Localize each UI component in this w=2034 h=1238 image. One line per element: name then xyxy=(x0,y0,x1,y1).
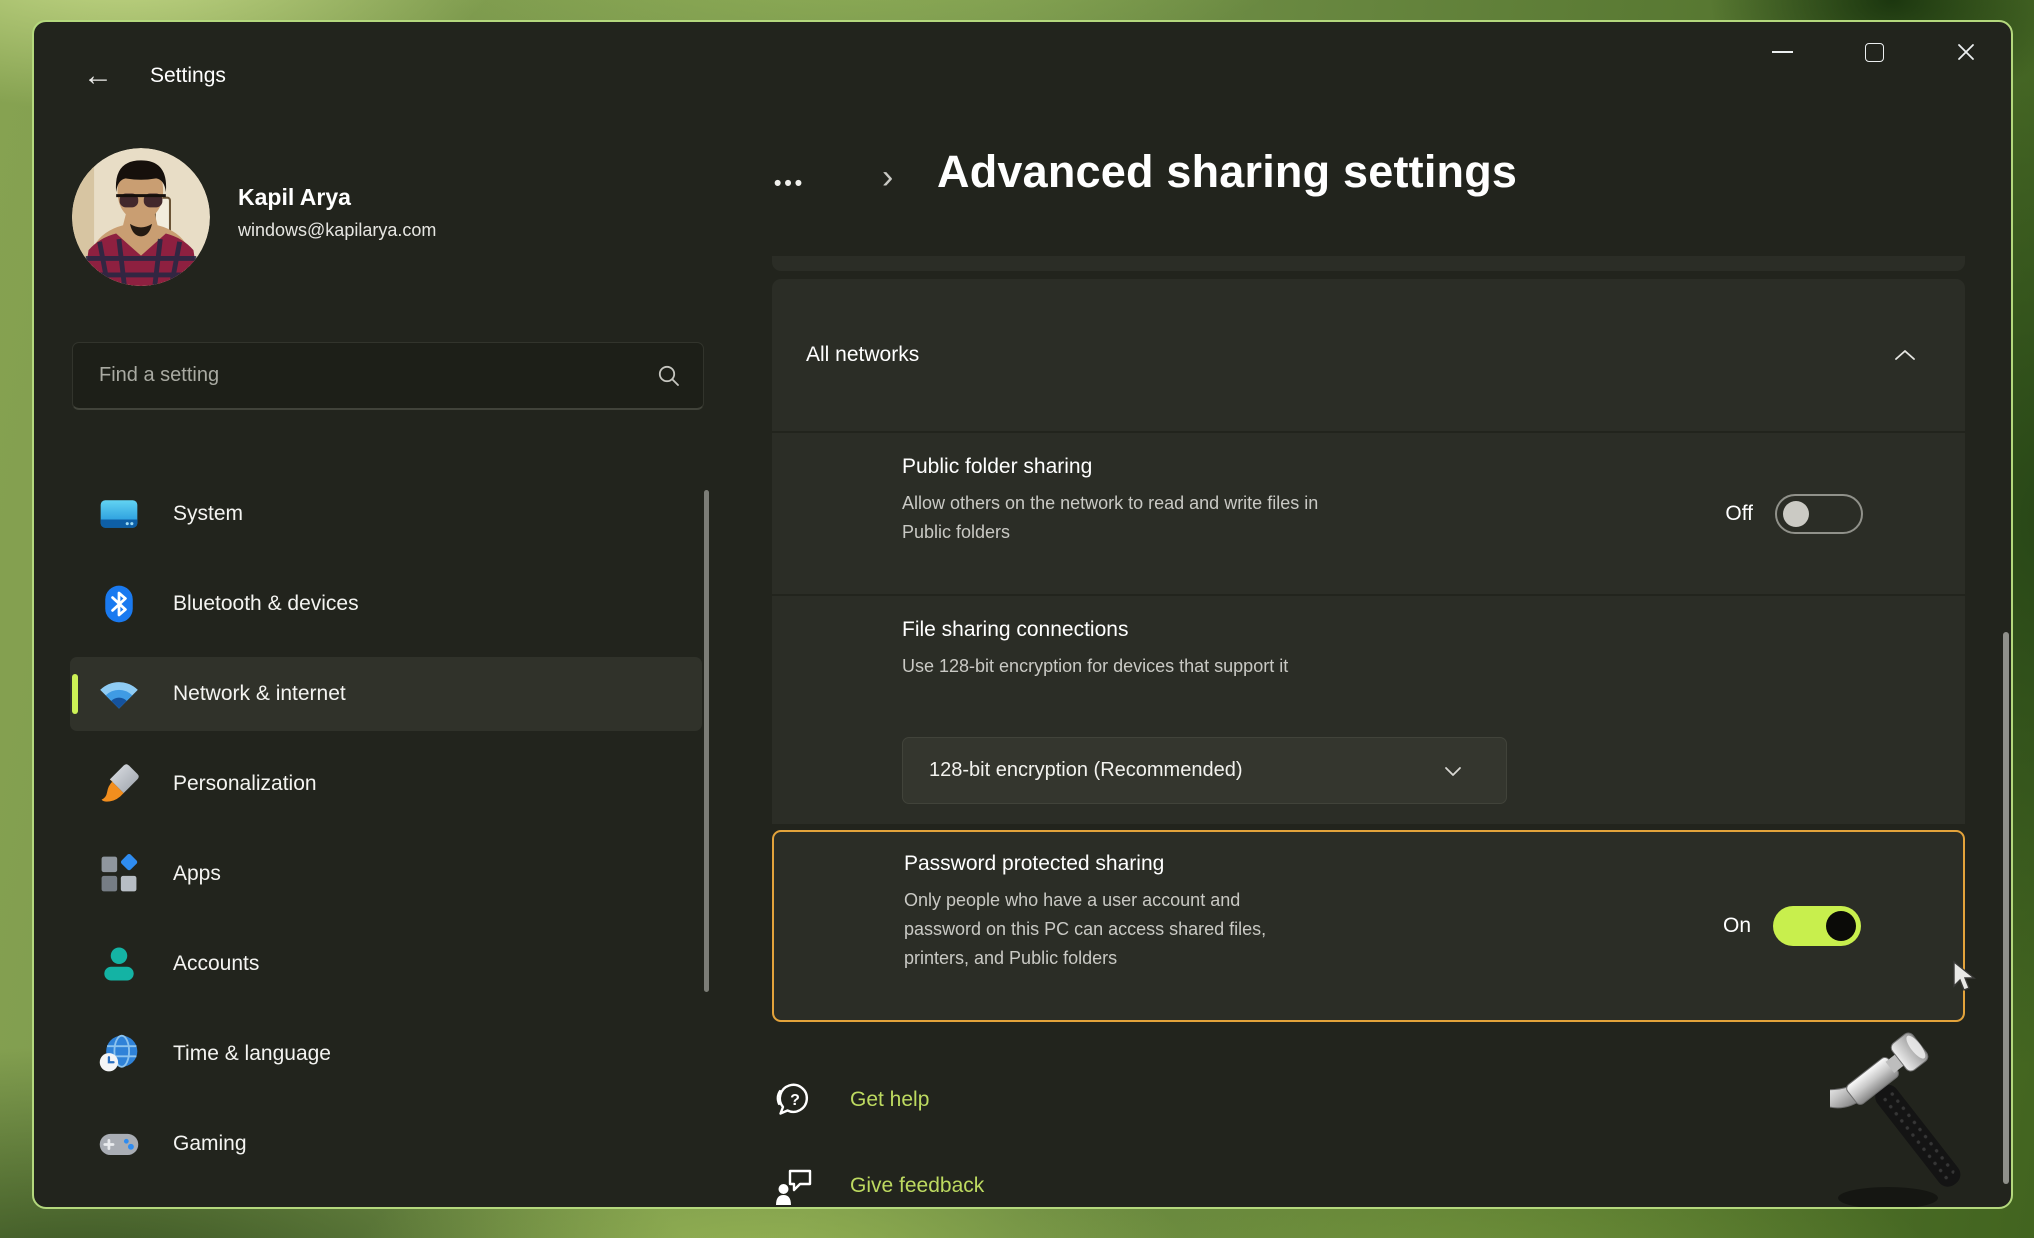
sidebar-scrollbar[interactable] xyxy=(704,490,709,992)
password-protected-sharing-row: Password protected sharing Only people w… xyxy=(772,830,1965,1022)
minimize-button[interactable] xyxy=(1750,28,1814,76)
dropdown-value: 128-bit encryption (Recommended) xyxy=(929,759,1243,782)
profile-email: windows@kapilarya.com xyxy=(238,220,436,241)
avatar-photo xyxy=(72,148,210,286)
help-bubble-icon: ? xyxy=(774,1079,814,1121)
close-icon xyxy=(1956,42,1976,62)
previous-card-partial xyxy=(772,256,1965,271)
setting-description: Only people who have a user account and … xyxy=(904,886,1299,973)
search-box[interactable] xyxy=(72,342,704,410)
accounts-icon xyxy=(97,942,141,986)
sidebar-item-label: Personalization xyxy=(173,772,317,796)
sidebar-item-time-language[interactable]: Time & language xyxy=(70,1017,702,1091)
gaming-icon xyxy=(97,1122,141,1166)
sidebar-item-label: Accounts xyxy=(173,952,259,976)
maximize-icon xyxy=(1865,43,1884,62)
toggle-state-label: Off xyxy=(1725,502,1753,526)
sidebar-item-bluetooth-devices[interactable]: Bluetooth & devices xyxy=(70,567,702,641)
public-folder-sharing-row: Public folder sharing Allow others on th… xyxy=(772,433,1965,594)
sidebar-item-apps[interactable]: Apps xyxy=(70,837,702,911)
chevron-down-icon xyxy=(1444,765,1462,777)
search-input[interactable] xyxy=(73,364,657,387)
sidebar-item-label: System xyxy=(173,502,243,526)
hammer-watermark xyxy=(1830,1030,2000,1209)
sidebar-item-personalization[interactable]: Personalization xyxy=(70,747,702,821)
setting-title: Password protected sharing xyxy=(904,852,1164,876)
sidebar-item-label: Bluetooth & devices xyxy=(173,592,359,616)
more-icon: ••• xyxy=(774,172,805,196)
settings-window: ← Settings xyxy=(32,20,2013,1209)
search-icon xyxy=(657,364,681,388)
password-protected-sharing-toggle[interactable] xyxy=(1773,906,1861,946)
breadcrumb-separator-icon: › xyxy=(882,158,893,197)
all-networks-expander[interactable]: All networks xyxy=(772,279,1965,431)
maximize-button[interactable] xyxy=(1842,28,1906,76)
give-feedback-link[interactable]: Give feedback xyxy=(774,1164,984,1208)
time-language-icon xyxy=(97,1032,141,1076)
sidebar-item-accounts[interactable]: Accounts xyxy=(70,927,702,1001)
encryption-dropdown[interactable]: 128-bit encryption (Recommended) xyxy=(902,737,1507,804)
app-title: Settings xyxy=(150,64,226,88)
toggle-knob xyxy=(1826,911,1856,941)
selected-accent-pill xyxy=(72,674,78,714)
page-title: Advanced sharing settings xyxy=(937,146,1517,198)
sidebar-item-network-internet[interactable]: Network & internet xyxy=(70,657,702,731)
toggle-knob xyxy=(1783,501,1809,527)
get-help-label: Get help xyxy=(850,1088,929,1112)
sidebar-item-label: Gaming xyxy=(173,1132,247,1156)
bluetooth-icon xyxy=(97,582,141,626)
file-sharing-connections-row: File sharing connections Use 128-bit enc… xyxy=(772,596,1965,824)
feedback-person-icon xyxy=(774,1165,814,1207)
svg-text:?: ? xyxy=(790,1092,800,1109)
sidebar-item-label: Time & language xyxy=(173,1042,331,1066)
back-button[interactable]: ← xyxy=(74,56,122,96)
profile-name: Kapil Arya xyxy=(238,184,436,211)
content-scrollbar[interactable] xyxy=(2003,632,2009,1184)
network-icon xyxy=(97,672,141,716)
sidebar-item-gaming[interactable]: Gaming xyxy=(70,1107,702,1181)
expander-title: All networks xyxy=(806,343,919,367)
profile-info: Kapil Arya windows@kapilarya.com xyxy=(238,184,436,241)
sidebar-item-label: Network & internet xyxy=(173,682,346,706)
setting-description: Allow others on the network to read and … xyxy=(902,489,1332,547)
close-button[interactable] xyxy=(1934,28,1998,76)
breadcrumb-more-button[interactable]: ••• xyxy=(774,164,830,204)
setting-title: File sharing connections xyxy=(902,618,1128,642)
setting-title: Public folder sharing xyxy=(902,455,1092,479)
avatar[interactable] xyxy=(72,148,210,286)
mouse-cursor xyxy=(1950,960,1980,999)
get-help-link[interactable]: ? Get help xyxy=(774,1078,929,1122)
toggle-state-label: On xyxy=(1723,914,1751,938)
apps-icon xyxy=(97,852,141,896)
give-feedback-label: Give feedback xyxy=(850,1174,984,1198)
minimize-icon xyxy=(1772,51,1793,53)
system-icon xyxy=(97,492,141,536)
back-arrow-icon: ← xyxy=(83,59,113,93)
personalization-icon xyxy=(97,762,141,806)
chevron-up-icon[interactable] xyxy=(1893,347,1917,363)
public-folder-sharing-toggle[interactable] xyxy=(1775,494,1863,534)
sidebar-item-label: Apps xyxy=(173,862,221,886)
setting-description: Use 128-bit encryption for devices that … xyxy=(902,652,1288,681)
sidebar-item-system[interactable]: System xyxy=(70,477,702,551)
